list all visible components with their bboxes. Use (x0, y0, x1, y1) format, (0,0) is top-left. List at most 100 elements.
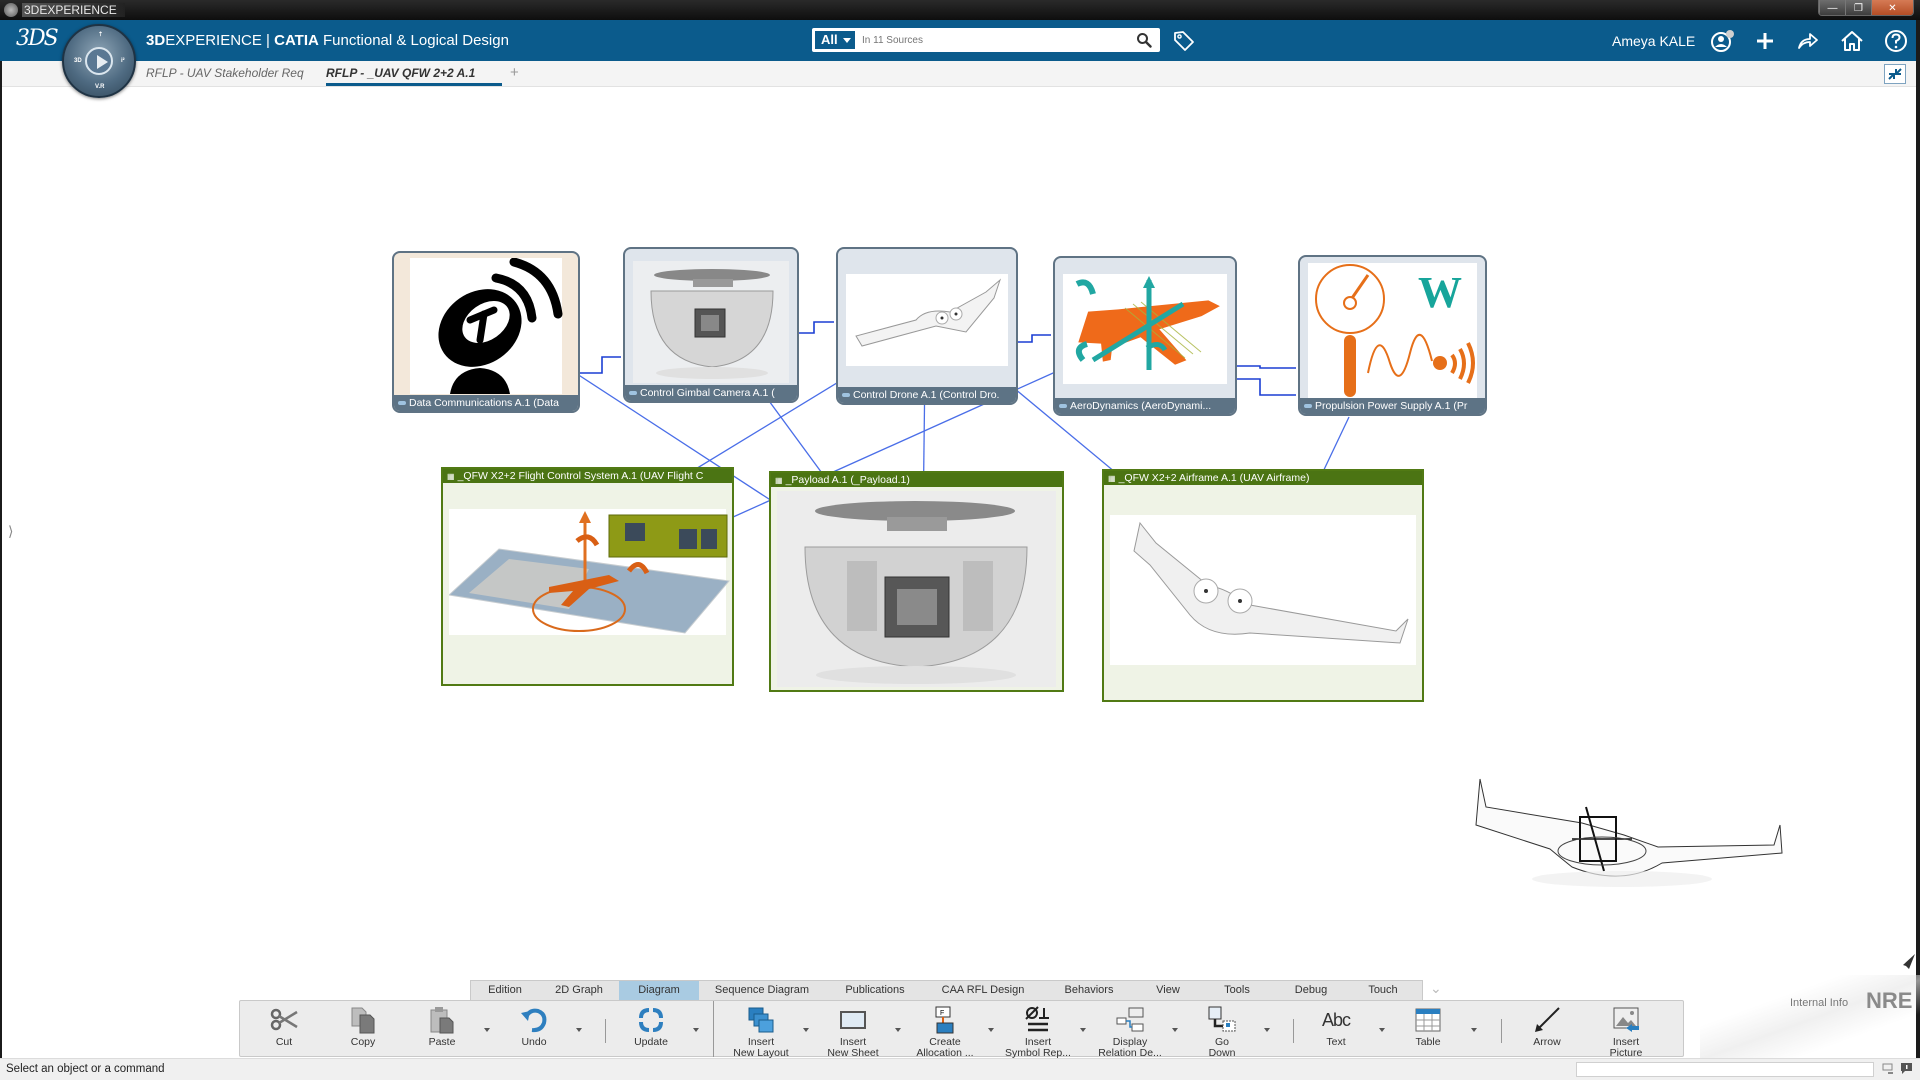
search-scope-dropdown[interactable]: All (815, 31, 855, 49)
tab-edition[interactable]: Edition (471, 981, 539, 1000)
workbench-tabs: Edition 2D Graph Diagram Sequence Diagra… (470, 980, 1423, 1000)
insert-picture-button[interactable]: Insert Picture (1591, 1003, 1661, 1059)
insert-new-layout-button[interactable]: Insert New Layout (726, 1003, 796, 1059)
tab-debug[interactable]: Debug (1275, 981, 1347, 1000)
airframe-image (1110, 515, 1416, 665)
status-bar: Select an object or a command (0, 1058, 1920, 1080)
info-icon[interactable] (1900, 1062, 1913, 1075)
flow-link[interactable] (580, 356, 621, 374)
help-icon[interactable] (1883, 28, 1909, 54)
function-block-control-gimbal-camera[interactable]: Control Gimbal Camera A.1 ( (623, 247, 799, 403)
arrow-button[interactable]: Arrow (1512, 1003, 1582, 1055)
go-down-button[interactable]: Go Down (1187, 1003, 1257, 1059)
tag-icon[interactable] (1172, 29, 1196, 53)
display-relation-dropdown-caret[interactable] (1172, 1028, 1178, 1032)
flow-link[interactable] (1016, 334, 1051, 343)
tab-publications[interactable]: Publications (825, 981, 925, 1000)
go-down-dropdown-caret[interactable] (1264, 1028, 1270, 1032)
display-relation-button[interactable]: Display Relation De... (1095, 1003, 1165, 1059)
view-orientation-icon[interactable] (1900, 953, 1916, 969)
top-bar: 3DS 3DEXPERIENCE | CATIA Functional & Lo… (0, 20, 1920, 61)
dassault-logo[interactable]: 3DS (16, 26, 59, 51)
add-tab-button[interactable]: + (510, 64, 519, 81)
insert-sheet-dropdown-caret[interactable] (895, 1028, 901, 1032)
tab-sequence-diagram[interactable]: Sequence Diagram (699, 981, 825, 1000)
close-button[interactable]: ✕ (1871, 0, 1913, 15)
update-button[interactable]: Update (616, 1003, 686, 1055)
command-input[interactable] (1576, 1062, 1874, 1077)
tab-caa-rfl-design[interactable]: CAA RFL Design (925, 981, 1041, 1000)
paste-icon (427, 1005, 457, 1035)
tab-diagram[interactable]: Diagram (619, 981, 699, 1000)
flying-wing-drone-icon (855, 278, 1002, 347)
minimize-button[interactable]: — (1819, 0, 1845, 15)
3d-drone-model[interactable] (1462, 767, 1792, 907)
gimbal-camera-icon (804, 501, 1028, 684)
diagram-canvas[interactable]: Data Communications A.1 (Data Control Gi… (2, 87, 1916, 980)
update-dropdown-caret[interactable] (693, 1028, 699, 1032)
search-input[interactable] (862, 31, 1122, 49)
copy-button[interactable]: Copy (328, 1003, 398, 1055)
tab-uav-stakeholder[interactable]: RFLP - UAV Stakeholder Req (146, 66, 318, 80)
compass-widget[interactable]: 3D i² V.R ⇡ (62, 24, 136, 98)
action-bar: Cut Copy Paste Undo Update Insert New La… (239, 1000, 1684, 1059)
tab-behaviors[interactable]: Behaviors (1041, 981, 1137, 1000)
function-block-data-communications[interactable]: Data Communications A.1 (Data (392, 251, 580, 413)
table-button[interactable]: Table (1393, 1003, 1463, 1055)
update-label: Update (634, 1036, 668, 1048)
user-name[interactable]: Ameya KALE (1612, 33, 1695, 49)
user-icon[interactable] (1710, 28, 1736, 54)
collapse-arrows-icon (1888, 68, 1902, 80)
create-allocation-button[interactable]: F Create Allocation ... (910, 1003, 980, 1059)
restore-button[interactable]: ❐ (1845, 0, 1871, 15)
minimize-panel-button[interactable] (1884, 64, 1906, 84)
text-dropdown-caret[interactable] (1379, 1028, 1385, 1032)
tab-view[interactable]: View (1137, 981, 1199, 1000)
flow-link[interactable] (1237, 378, 1296, 396)
function-icon (398, 401, 406, 406)
function-icon (1059, 404, 1067, 409)
arrow-icon (1532, 1005, 1562, 1035)
flow-link[interactable] (1237, 365, 1296, 369)
function-block-propulsion-power-supply[interactable]: W Propulsion Power Supply A.1 (Pr (1298, 255, 1487, 416)
insert-new-sheet-button[interactable]: Insert New Sheet (818, 1003, 888, 1059)
search-icon[interactable] (1136, 32, 1152, 48)
insert-symbol-dropdown-caret[interactable] (1080, 1028, 1086, 1032)
paste-button[interactable]: Paste (407, 1003, 477, 1055)
share-icon[interactable] (1795, 28, 1821, 54)
text-button[interactable]: Abc Text (1301, 1003, 1371, 1055)
table-dropdown-caret[interactable] (1471, 1028, 1477, 1032)
tab-touch[interactable]: Touch (1347, 981, 1419, 1000)
add-icon[interactable] (1752, 28, 1778, 54)
block-header-text: _QFW X2+2 Flight Control System A.1 (UAV… (457, 470, 704, 482)
function-icon (1304, 404, 1312, 409)
home-icon[interactable] (1839, 28, 1865, 54)
toolbar-separator (605, 1019, 606, 1043)
toolbar-separator (1293, 1019, 1294, 1043)
flow-link[interactable] (797, 321, 834, 334)
cut-button[interactable]: Cut (249, 1003, 319, 1055)
aerodynamics-image (1063, 274, 1227, 384)
tab-tools[interactable]: Tools (1199, 981, 1275, 1000)
paste-dropdown-caret[interactable] (484, 1028, 490, 1032)
undo-dropdown-caret[interactable] (576, 1028, 582, 1032)
logical-block-airframe[interactable]: ▦ _QFW X2+2 Airframe A.1 (UAV Airframe) (1102, 469, 1424, 702)
function-icon (629, 391, 637, 396)
console-icon[interactable] (1882, 1063, 1894, 1075)
insert-picture-icon (1611, 1005, 1641, 1035)
tab-uav-qfw[interactable]: RFLP - _UAV QFW 2+2 A.1 (326, 66, 502, 86)
function-block-aerodynamics[interactable]: AeroDynamics (AeroDynami... (1053, 256, 1237, 416)
insert-symbol-rep-button[interactable]: Insert Symbol Rep... (1003, 1003, 1073, 1059)
insert-layout-dropdown-caret[interactable] (803, 1028, 809, 1032)
function-block-control-drone[interactable]: Control Drone A.1 (Control Dro. (836, 247, 1018, 405)
flying-wing-drone-icon (1133, 521, 1409, 644)
app-icon (4, 3, 18, 17)
cut-label: Cut (275, 1036, 293, 1048)
undo-button[interactable]: Undo (499, 1003, 569, 1055)
logical-block-flight-control-system[interactable]: ▦ _QFW X2+2 Flight Control System A.1 (UA… (441, 467, 734, 686)
logical-block-payload[interactable]: ▦ _Payload A.1 (_Payload.1) (769, 471, 1064, 692)
tab-2d-graph[interactable]: 2D Graph (539, 981, 619, 1000)
more-tabs-chevron-icon[interactable]: ⌄ (1430, 980, 1442, 997)
create-allocation-dropdown-caret[interactable] (988, 1028, 994, 1032)
compass-play-button[interactable] (85, 47, 113, 75)
